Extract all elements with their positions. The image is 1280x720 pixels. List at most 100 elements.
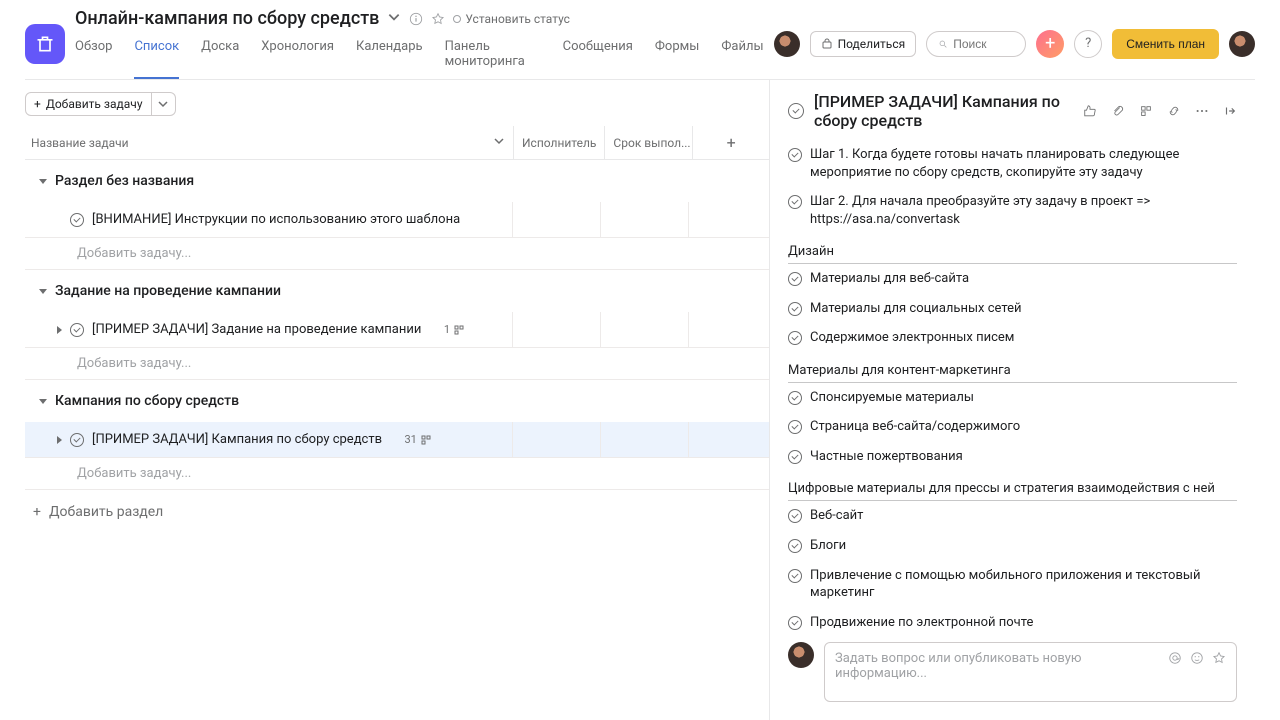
add-column-button[interactable]: + [727,133,736,152]
complete-icon[interactable] [788,272,802,286]
subtask-item[interactable]: Частные пожертвования [788,442,1237,472]
member-avatar[interactable] [774,31,800,57]
tab-Сообщения[interactable]: Сообщения [563,33,633,79]
detail-section-title[interactable]: Материалы для контент-маркетинга [788,357,1237,383]
subtask-text: Шаг 2. Для начала преобразуйте эту задач… [810,193,1237,228]
tab-Файлы[interactable]: Файлы [721,33,763,79]
task-row[interactable]: [ВНИМАНИЕ] Инструкции по использованию э… [25,202,769,238]
tab-Хронология[interactable]: Хронология [261,33,334,79]
section-title: Кампания по сбору средств [55,393,239,409]
complete-icon[interactable] [70,213,84,227]
add-task-inline[interactable]: Добавить задачу... [25,238,769,270]
close-panel-icon[interactable] [1223,104,1237,118]
subtask-item[interactable]: Спонсируемые материалы [788,383,1237,413]
subtask-text: Материалы для веб-сайта [810,270,1237,288]
col-name-label[interactable]: Название задачи [31,136,129,150]
emoji-icon[interactable] [1190,651,1204,669]
task-name: [ВНИМАНИЕ] Инструкции по использованию э… [92,212,460,227]
complete-task-icon[interactable] [788,103,804,119]
comment-input[interactable]: Задать вопрос или опубликовать новую инф… [824,642,1237,702]
tab-Список[interactable]: Список [134,33,179,79]
tabs: Обзор Список Доска Хронология Календарь Панел… [75,33,764,79]
subtask-text: Блоги [810,537,1237,555]
project-icon [25,24,65,64]
add-task-inline[interactable]: Добавить задачу... [25,458,769,490]
project-title[interactable]: Онлайн-кампания по сбору средств [75,8,379,29]
attachment-icon[interactable] [1111,104,1125,118]
col-assignee-label[interactable]: Исполнитель [513,126,604,159]
section-title: Задание на проведение кампании [55,283,281,299]
add-task-button[interactable]: +Добавить задачу [25,92,152,116]
section-header[interactable]: Задание на проведение кампании [25,270,769,312]
subtask-item[interactable]: Страница веб-сайта/содержимого [788,412,1237,442]
link-icon[interactable] [1167,104,1181,118]
global-add-button[interactable]: + [1036,30,1064,58]
add-task-inline[interactable]: Добавить задачу... [25,348,769,380]
tab-Формы[interactable]: Формы [655,33,699,79]
tab-Доска[interactable]: Доска [201,33,239,79]
subtask-item[interactable]: Привлечение с помощью мобильного приложе… [788,561,1237,608]
list-pane: +Добавить задачу Название задачи Исполни… [25,80,770,720]
complete-icon[interactable] [788,539,802,553]
sort-caret-icon[interactable] [493,135,505,150]
upgrade-button[interactable]: Сменить план [1112,29,1219,59]
add-task-dropdown[interactable] [151,92,176,116]
info-icon[interactable] [409,12,423,26]
subtask-text: Страница веб-сайта/содержимого [810,418,1237,436]
complete-icon[interactable] [788,391,802,405]
complete-icon[interactable] [788,302,802,316]
app-header: Онлайн-кампания по сбору средств Установ… [25,0,1255,79]
subtask-item[interactable]: Содержимое электронных писем [788,323,1237,353]
search-input[interactable] [953,37,1013,51]
complete-icon[interactable] [788,195,802,209]
complete-icon[interactable] [788,616,802,630]
collapse-icon[interactable] [39,399,47,404]
help-button[interactable]: ? [1074,30,1102,58]
expand-icon[interactable] [57,326,62,334]
detail-section-title[interactable]: Дизайн [788,238,1237,264]
subtask-item[interactable]: Продвижение по электронной почте [788,608,1237,630]
star-comment-icon[interactable] [1212,651,1226,669]
search-box[interactable] [926,31,1026,57]
complete-icon[interactable] [788,148,802,162]
expand-icon[interactable] [57,436,62,444]
collapse-icon[interactable] [39,289,47,294]
complete-icon[interactable] [788,450,802,464]
subtask-item[interactable]: Материалы для социальных сетей [788,294,1237,324]
star-icon[interactable] [431,12,445,26]
subtask-item[interactable]: Шаг 2. Для начала преобразуйте эту задач… [788,187,1237,234]
complete-icon[interactable] [70,433,84,447]
tab-Обзор[interactable]: Обзор [75,33,112,79]
user-avatar[interactable] [1229,31,1255,57]
collapse-icon[interactable] [39,179,47,184]
subtask-item[interactable]: Блоги [788,531,1237,561]
tab-Панель мониторинга[interactable]: Панель мониторинга [445,33,541,79]
detail-title[interactable]: [ПРИМЕР ЗАДАЧИ] Кампания по сбору средст… [814,92,1073,130]
share-button[interactable]: Поделиться [810,31,917,57]
like-icon[interactable] [1083,104,1097,118]
col-due-label[interactable]: Срок выпол... [604,126,692,159]
complete-icon[interactable] [788,331,802,345]
subtask-text: Спонсируемые материалы [810,389,1237,407]
add-section-button[interactable]: +Добавить раздел [25,490,769,534]
complete-icon[interactable] [788,420,802,434]
subtask-icon[interactable] [1139,104,1153,118]
project-menu-caret[interactable] [387,10,401,28]
tab-Календарь[interactable]: Календарь [356,33,423,79]
complete-icon[interactable] [70,323,84,337]
mention-icon[interactable] [1168,651,1182,669]
subtask-item[interactable]: Материалы для веб-сайта [788,264,1237,294]
complete-icon[interactable] [788,509,802,523]
status-chip[interactable]: Установить статус [453,12,570,26]
complete-icon[interactable] [788,569,802,583]
section-header[interactable]: Раздел без названия [25,160,769,202]
subtask-text: Шаг 1. Когда будете готовы начать планир… [810,146,1237,181]
more-icon[interactable] [1195,104,1209,118]
detail-section-title[interactable]: Цифровые материалы для прессы и стратеги… [788,475,1237,501]
section-header[interactable]: Кампания по сбору средств [25,380,769,422]
task-row[interactable]: [ПРИМЕР ЗАДАЧИ] Кампания по сбору средст… [25,422,769,458]
subtask-item[interactable]: Веб-сайт [788,501,1237,531]
subtask-item[interactable]: Шаг 1. Когда будете готовы начать планир… [788,140,1237,187]
subtask-text: Продвижение по электронной почте [810,614,1237,630]
task-row[interactable]: [ПРИМЕР ЗАДАЧИ] Задание на проведение ка… [25,312,769,348]
